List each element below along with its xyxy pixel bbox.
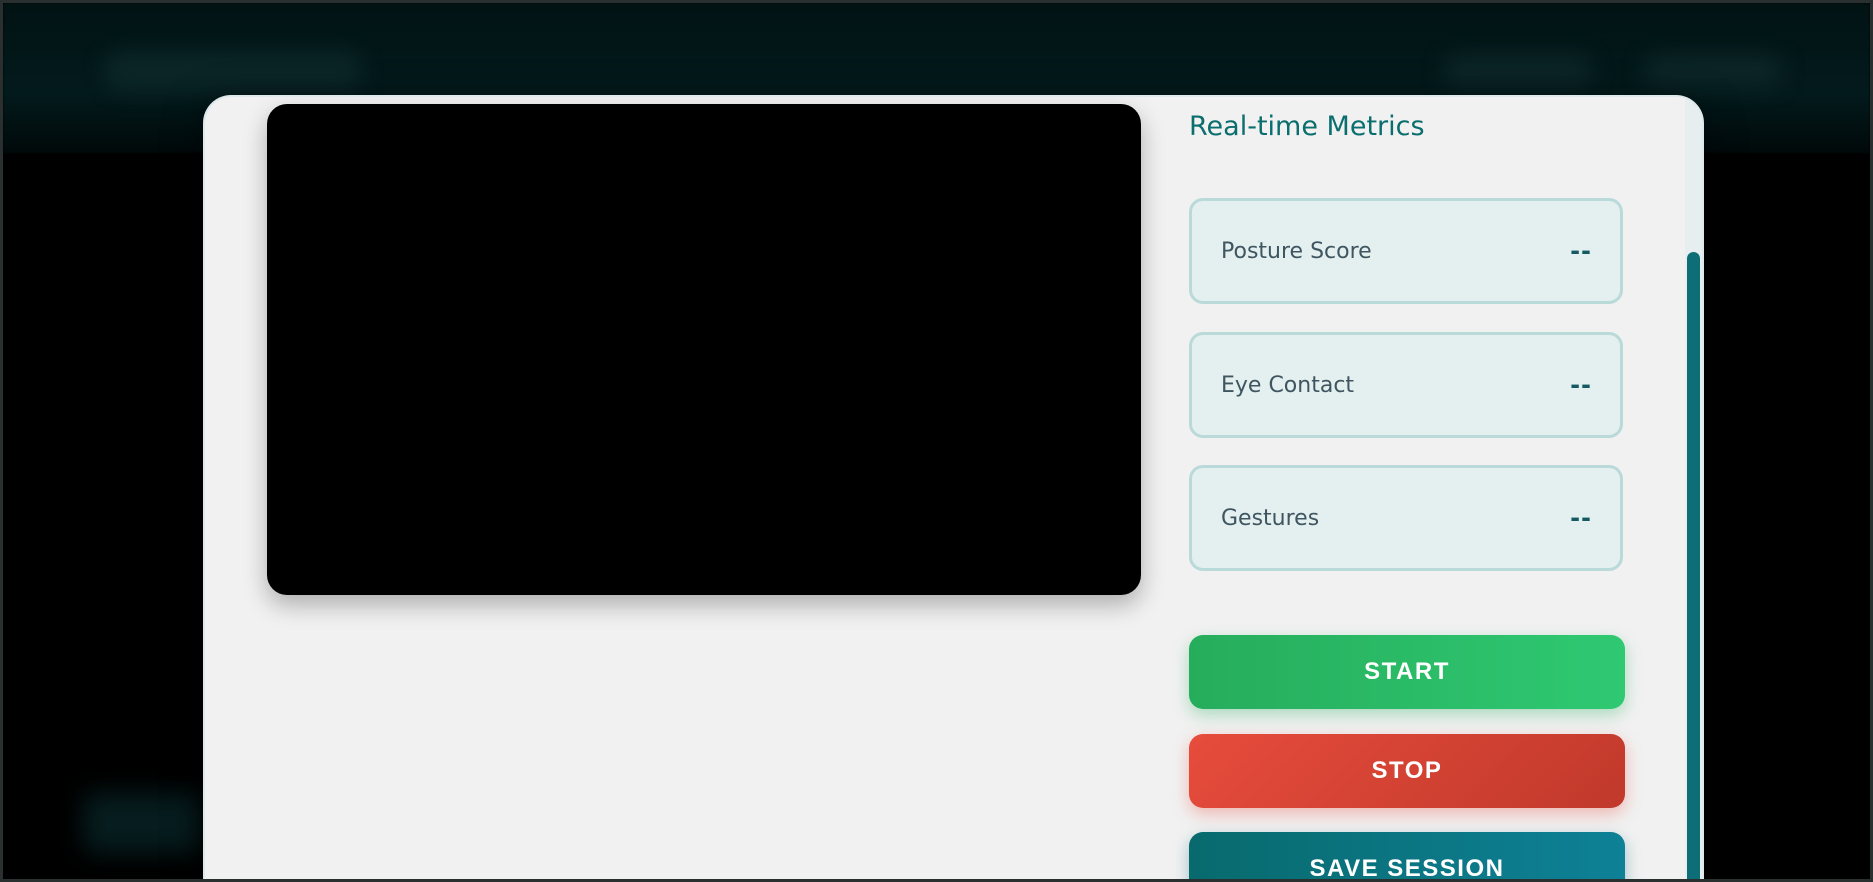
metric-value: -- — [1570, 371, 1592, 399]
session-modal: Real-time Metrics Posture Score -- Eye C… — [205, 97, 1702, 879]
camera-video-feed — [267, 104, 1141, 595]
metric-label: Gestures — [1221, 505, 1320, 531]
metric-value: -- — [1570, 504, 1592, 532]
blurred-nav-item — [1643, 55, 1783, 87]
metric-value: -- — [1570, 237, 1592, 265]
metric-label: Posture Score — [1221, 238, 1372, 264]
save-session-button[interactable]: SAVE SESSION — [1189, 832, 1625, 879]
start-button[interactable]: START — [1189, 635, 1625, 709]
modal-scrollbar[interactable] — [1685, 97, 1702, 879]
blurred-background-element — [83, 793, 203, 853]
metric-card-posture-score: Posture Score -- — [1189, 198, 1623, 304]
metrics-title: Real-time Metrics — [1189, 111, 1425, 142]
metric-card-eye-contact: Eye Contact -- — [1189, 332, 1623, 438]
stop-button[interactable]: STOP — [1189, 734, 1625, 808]
app-window: Real-time Metrics Posture Score -- Eye C… — [0, 0, 1873, 882]
blurred-nav-item — [1443, 55, 1593, 87]
scrollbar-thumb[interactable] — [1687, 252, 1700, 879]
blurred-logo — [103, 51, 363, 91]
metric-label: Eye Contact — [1221, 372, 1355, 398]
metric-card-gestures: Gestures -- — [1189, 465, 1623, 571]
